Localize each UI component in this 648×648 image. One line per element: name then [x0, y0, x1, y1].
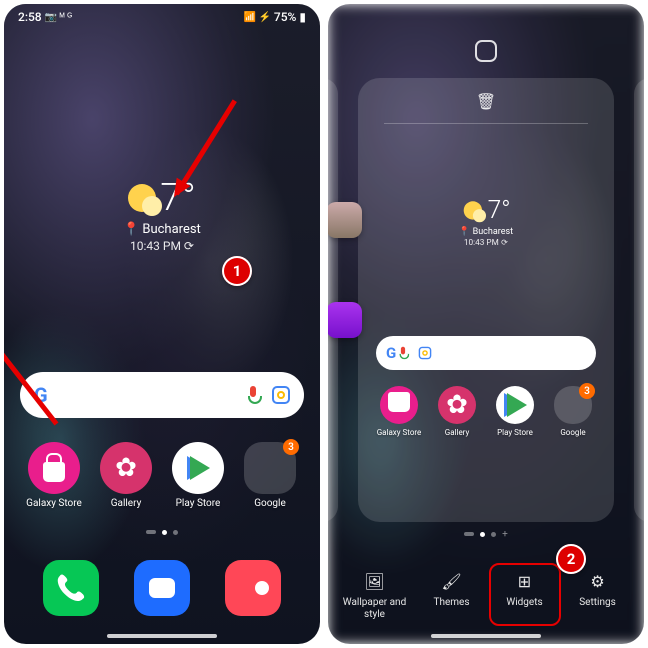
play-icon	[496, 386, 534, 424]
gesture-bar[interactable]	[107, 634, 217, 638]
battery-pct: 75%	[274, 10, 296, 24]
callout-1: 1	[222, 256, 252, 286]
page-peek-right[interactable]	[634, 78, 644, 522]
mic-icon[interactable]	[246, 386, 260, 404]
option-themes[interactable]: 🖌 Themes	[416, 569, 488, 620]
widgets-icon: ⊞	[513, 569, 537, 593]
weather-city: Bucharest	[142, 222, 200, 237]
status-icon: 📷 ᴹ ᴳ	[45, 12, 73, 23]
weather-moon-icon	[464, 201, 482, 219]
play-icon	[172, 442, 224, 494]
edit-options: 🖼 Wallpaper and style 🖌 Themes ⊞ Widgets…	[328, 569, 644, 620]
status-time: 2:58	[18, 10, 42, 24]
folder-icon: 3	[244, 442, 296, 494]
option-widgets[interactable]: ⊞ Widgets	[489, 563, 561, 626]
dock	[4, 560, 320, 616]
weather-moon-icon	[128, 184, 156, 212]
app-row: Galaxy Store Gallery Play Store 3 Google	[4, 442, 320, 509]
thumb-image	[328, 302, 362, 338]
option-wallpaper[interactable]: 🖼 Wallpaper and style	[339, 569, 411, 620]
flower-icon	[438, 386, 476, 424]
weather-temp-mini: 7°	[488, 196, 511, 225]
messages-app[interactable]	[134, 560, 190, 616]
pin-icon: 📍	[459, 226, 470, 237]
trash-icon[interactable]: 🗑	[476, 92, 496, 111]
thumb-image	[328, 202, 362, 238]
camera-app[interactable]	[225, 560, 281, 616]
app-gallery[interactable]: Gallery	[93, 442, 159, 509]
phone-home-screen: 2:58 📷 ᴹ ᴳ 📶 ⚡ 75% ▮ 7° 📍 Bucharest 10:4…	[4, 4, 320, 644]
pin-icon: 📍	[123, 222, 139, 237]
wifi-icon: 📶 ⚡	[244, 12, 271, 23]
google-logo: G	[386, 344, 396, 362]
mini-search: G	[376, 336, 596, 370]
app-google-folder[interactable]: 3 Google	[237, 442, 303, 509]
page-indicator	[4, 530, 320, 535]
app-galaxy-store[interactable]: Galaxy Store	[21, 442, 87, 509]
gesture-bar[interactable]	[431, 634, 541, 638]
option-settings[interactable]: ⚙ Settings	[562, 569, 634, 620]
image-icon: 🖼	[363, 569, 387, 593]
refresh-icon: ⟳	[501, 238, 508, 247]
gear-icon: ⚙	[586, 569, 610, 593]
page-indicator: +	[328, 532, 644, 537]
page-peek-left[interactable]	[328, 78, 338, 522]
home-page-preview[interactable]: 🗑 7° 📍 Bucharest 10:43 PM ⟳ G	[358, 78, 614, 522]
brush-icon: 🖌	[440, 569, 464, 593]
bag-icon	[28, 442, 80, 494]
battery-icon: ▮	[299, 10, 306, 24]
phone-app[interactable]	[43, 560, 99, 616]
notification-badge: 3	[283, 439, 299, 455]
lens-icon[interactable]	[272, 386, 290, 404]
home-icon[interactable]	[475, 40, 497, 62]
bag-icon	[380, 386, 418, 424]
mic-icon	[398, 347, 408, 360]
flower-icon	[100, 442, 152, 494]
weather-widget[interactable]: 7° 📍 Bucharest 10:43 PM ⟳	[4, 176, 320, 253]
lens-icon	[419, 347, 432, 360]
folder-icon: 3	[554, 386, 592, 424]
phone-edit-mode: 🗑 7° 📍 Bucharest 10:43 PM ⟳ G	[328, 4, 644, 644]
app-play-store[interactable]: Play Store	[165, 442, 231, 509]
status-bar: 2:58 📷 ᴹ ᴳ 📶 ⚡ 75% ▮	[4, 4, 320, 30]
refresh-icon: ⟳	[184, 239, 194, 253]
google-search-bar[interactable]: G	[20, 372, 304, 418]
weather-time: 10:43 PM	[130, 239, 181, 253]
callout-2: 2	[556, 544, 586, 574]
wallpaper	[4, 4, 320, 644]
